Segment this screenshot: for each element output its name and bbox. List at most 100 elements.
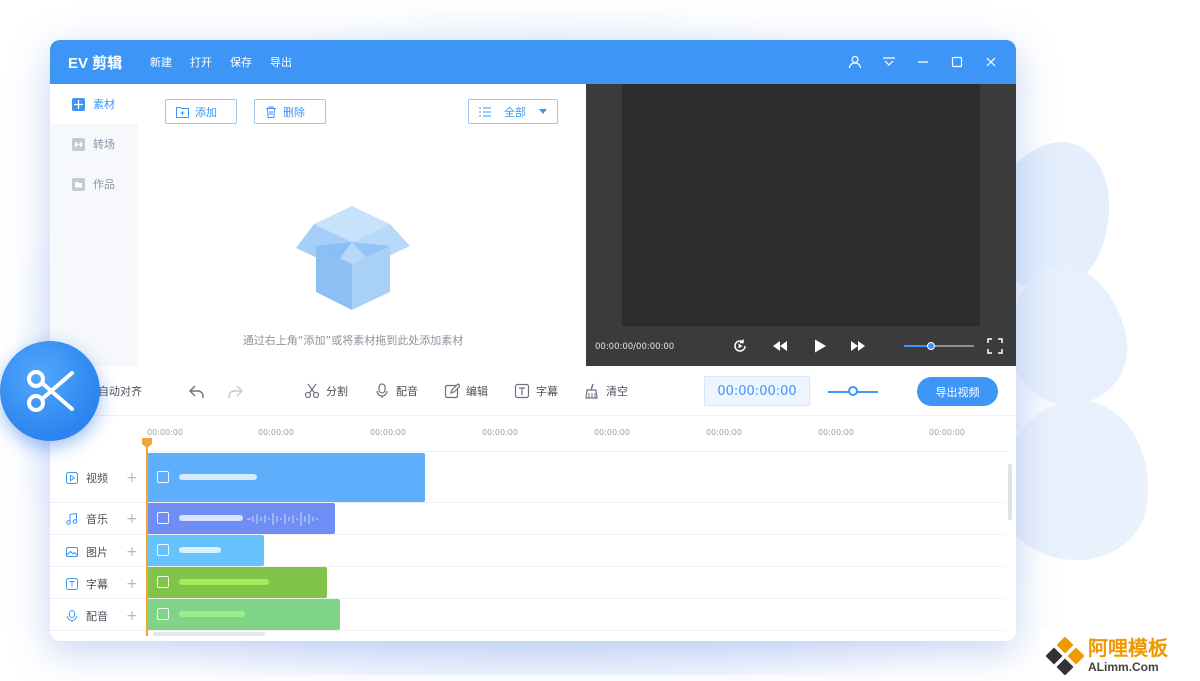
- preview-screen: [622, 84, 980, 326]
- add-button[interactable]: 添加: [165, 99, 237, 124]
- scissors-badge: [0, 341, 100, 441]
- tick-label: 00:00:00: [594, 428, 630, 437]
- rewind-icon[interactable]: [772, 338, 788, 354]
- dub-clip[interactable]: [147, 599, 340, 630]
- video-preview: 00:00:00/00:00:00: [586, 84, 1016, 366]
- user-icon[interactable]: [848, 55, 862, 69]
- tick-label: 00:00:00: [818, 428, 854, 437]
- maximize-icon[interactable]: [950, 55, 964, 69]
- minimize-icon[interactable]: [916, 55, 930, 69]
- text-icon: [514, 383, 530, 399]
- sidebar: 素材 转场 作品: [50, 84, 138, 366]
- track-label-text: 图片: [86, 546, 108, 559]
- video-clip[interactable]: [147, 453, 425, 502]
- clear-button[interactable]: 清空: [584, 383, 628, 399]
- subtitle-clip[interactable]: [147, 567, 327, 598]
- dub-label: 配音: [396, 385, 418, 398]
- sidebar-item-transitions[interactable]: 转场: [50, 124, 138, 164]
- redo-icon[interactable]: [226, 383, 244, 401]
- volume-knob[interactable]: [926, 342, 935, 350]
- clip-text-icon: [157, 576, 169, 588]
- edit-button[interactable]: 编辑: [444, 383, 488, 399]
- trash-icon: [266, 106, 276, 118]
- music-clip[interactable]: [147, 503, 335, 534]
- menu-export[interactable]: 导出: [270, 54, 292, 70]
- tick-label: 00:00:00: [482, 428, 518, 437]
- clear-label: 清空: [606, 385, 628, 398]
- fullscreen-icon[interactable]: [987, 338, 1003, 354]
- volume-slider[interactable]: [904, 342, 974, 350]
- track-music[interactable]: 音乐 +: [66, 511, 146, 527]
- playback-timecode: 00:00:00/00:00:00: [595, 342, 675, 352]
- track-label-text: 音乐: [86, 513, 108, 526]
- track-image[interactable]: 图片 +: [66, 544, 146, 560]
- track-video[interactable]: 视频 +: [66, 470, 146, 486]
- tick-label: 00:00:00: [147, 428, 183, 437]
- playhead-line: [146, 446, 148, 636]
- track-label-text: 配音: [86, 610, 108, 623]
- timeline-zoom-knob[interactable]: [848, 386, 858, 396]
- clip-play-icon: [157, 471, 169, 483]
- clip-title-placeholder: [179, 611, 245, 617]
- menu-new[interactable]: 新建: [150, 54, 172, 70]
- music-icon: [66, 513, 78, 525]
- dub-button[interactable]: 配音: [374, 383, 418, 399]
- title-bar: EV 剪辑 新建 打开 保存 导出: [50, 40, 1016, 84]
- subtitle-button[interactable]: 字幕: [514, 383, 558, 399]
- add-track-item-button[interactable]: +: [126, 511, 138, 527]
- current-time-display: 00:00:00:00: [704, 376, 810, 406]
- replay-icon[interactable]: [732, 338, 748, 354]
- sidebar-item-label: 转场: [93, 138, 115, 151]
- grid-icon: [72, 97, 85, 111]
- subtitle-icon: [66, 578, 78, 590]
- subtitle-label: 字幕: [536, 385, 558, 398]
- transition-icon: [72, 137, 85, 151]
- edit-icon: [444, 383, 460, 399]
- menu-save[interactable]: 保存: [230, 54, 252, 70]
- delete-button[interactable]: 删除: [254, 99, 326, 124]
- split-button[interactable]: 分割: [304, 383, 348, 399]
- play-icon[interactable]: [812, 338, 828, 354]
- timeline-horizontal-scrollbar[interactable]: [153, 632, 265, 636]
- track-dub[interactable]: 配音 +: [66, 608, 146, 624]
- scissors-icon: [27, 370, 74, 412]
- time-ruler: 00:00:00 00:00:00 00:00:00 00:00:00 00:0…: [147, 416, 1007, 452]
- add-folder-icon: [176, 106, 189, 118]
- tick-label: 00:00:00: [706, 428, 742, 437]
- watermark-sub-text: ALimm.Com: [1088, 659, 1159, 674]
- track-label-text: 字幕: [86, 578, 108, 591]
- caret-down-icon: [539, 109, 547, 114]
- mic-icon: [67, 610, 77, 622]
- image-icon: [66, 547, 78, 557]
- image-clip[interactable]: [147, 535, 264, 566]
- auto-align-toggle[interactable]: 自动对齐: [98, 383, 142, 399]
- track-subtitle[interactable]: 字幕 +: [66, 576, 146, 592]
- timeline-vertical-scrollbar[interactable]: [1008, 464, 1012, 520]
- watermark: 阿哩模板 ALimm.Com: [1040, 630, 1200, 681]
- sidebar-item-works[interactable]: 作品: [50, 164, 138, 204]
- close-icon[interactable]: [984, 55, 998, 69]
- dropdown-menu-icon[interactable]: [882, 55, 896, 69]
- delete-button-label: 删除: [283, 105, 305, 119]
- materials-panel: 添加 删除 全部 通过右上角“添加”或将素材拖到此处添加素材: [138, 84, 672, 366]
- watermark-logo: [1046, 636, 1084, 675]
- edit-label: 编辑: [466, 385, 488, 398]
- track-label-text: 视频: [86, 472, 108, 485]
- clip-title-placeholder: [179, 547, 221, 553]
- folder-icon: [72, 177, 85, 191]
- add-track-item-button[interactable]: +: [126, 470, 138, 486]
- undo-icon[interactable]: [188, 383, 206, 401]
- add-track-item-button[interactable]: +: [126, 544, 138, 560]
- menu-open[interactable]: 打开: [190, 54, 212, 70]
- fast-forward-icon[interactable]: [850, 338, 866, 354]
- add-track-item-button[interactable]: +: [126, 608, 138, 624]
- broom-icon: [585, 383, 598, 399]
- microphone-icon: [376, 383, 388, 398]
- audio-waveform: [247, 512, 318, 526]
- auto-align-label: 自动对齐: [98, 385, 142, 398]
- add-track-item-button[interactable]: +: [126, 576, 138, 592]
- sidebar-item-materials[interactable]: 素材: [50, 84, 138, 124]
- split-label: 分割: [326, 385, 348, 398]
- export-video-button[interactable]: 导出视频: [917, 377, 998, 406]
- filter-dropdown[interactable]: 全部: [468, 99, 558, 124]
